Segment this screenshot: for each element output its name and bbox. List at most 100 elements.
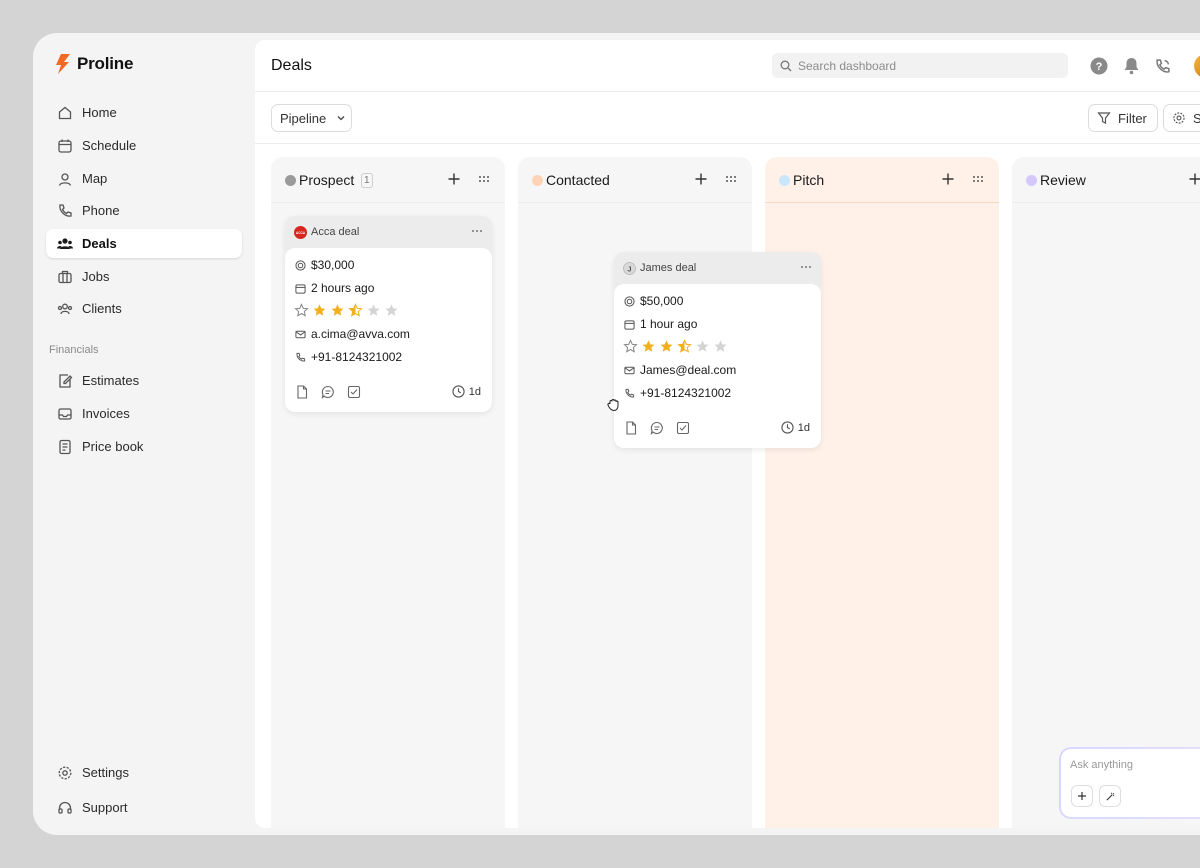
- sidebar-item-label: Estimates: [82, 373, 140, 388]
- status-dot: [532, 175, 543, 186]
- plus-icon[interactable]: [446, 171, 462, 187]
- star-outline-icon: [623, 339, 638, 353]
- sidebar-item-price-book[interactable]: Price book: [46, 432, 242, 461]
- deal-card-actions: [295, 385, 361, 400]
- gear-icon: [58, 766, 72, 779]
- deal-card[interactable]: ACCA Acca deal $30,000 2 hours ago a.cim…: [285, 216, 492, 412]
- sidebar-item-label: Jobs: [82, 269, 110, 284]
- search-input[interactable]: [798, 58, 1048, 73]
- checkbox-icon[interactable]: [347, 385, 361, 399]
- sidebar-item-label: Schedule: [82, 138, 137, 153]
- deal-amount: $30,000: [311, 258, 355, 272]
- user-avatar[interactable]: [1194, 54, 1200, 78]
- sidebar-item-schedule[interactable]: Schedule: [46, 131, 242, 160]
- plus-icon[interactable]: [940, 171, 956, 187]
- calendar-icon: [295, 283, 306, 294]
- star-rating[interactable]: [623, 339, 728, 354]
- checkbox-icon[interactable]: [676, 421, 690, 435]
- sidebar-item-invoices[interactable]: Invoices: [46, 399, 242, 428]
- magic-wand-button[interactable]: [1099, 785, 1121, 807]
- deal-phone[interactable]: +91-8124321002: [640, 386, 731, 400]
- sidebar-item-label: Invoices: [82, 406, 130, 421]
- document-icon[interactable]: [295, 385, 309, 399]
- receipt-icon: [59, 439, 71, 454]
- add-attachment-button[interactable]: [1071, 785, 1093, 807]
- deal-email-row: a.cima@avva.com: [295, 327, 410, 341]
- headset-icon: [58, 801, 72, 814]
- assistant-input[interactable]: [1070, 759, 1200, 771]
- settings-button[interactable]: S: [1163, 104, 1200, 132]
- comment-icon[interactable]: [321, 385, 335, 400]
- toolbar: Pipeline Filter S: [255, 92, 1200, 144]
- grid-dots-icon[interactable]: [723, 171, 739, 187]
- sidebar-item-label: Price book: [82, 439, 144, 454]
- users-icon: [57, 237, 73, 249]
- sidebar-item-label: Phone: [82, 203, 120, 218]
- deal-email[interactable]: a.cima@avva.com: [311, 327, 410, 341]
- comment-icon[interactable]: [650, 421, 664, 436]
- sidebar: Proline Home Schedule Map Phone Deals Jo…: [33, 33, 255, 835]
- deal-age: 1d: [781, 421, 810, 434]
- gear-icon: [1173, 112, 1185, 124]
- deal-card-body: $30,000 2 hours ago a.cima@avva.com +91-…: [285, 248, 492, 412]
- star-rating[interactable]: [294, 303, 399, 318]
- pipeline-select-value: Pipeline: [280, 110, 327, 126]
- top-bar: Deals ?: [255, 40, 1200, 92]
- brand-name: Proline: [77, 54, 134, 73]
- star-filled-icon: [660, 340, 673, 352]
- main-panel: Deals ? Pipeline Filter: [255, 40, 1200, 828]
- phone-call-icon[interactable]: [1152, 56, 1172, 76]
- sidebar-item-jobs[interactable]: Jobs: [46, 262, 242, 291]
- deal-card-actions: [624, 421, 690, 436]
- sidebar-item-support[interactable]: Support: [46, 793, 242, 822]
- sidebar-item-settings[interactable]: Settings: [46, 758, 242, 787]
- column-review: Review: [1012, 157, 1200, 828]
- bell-icon[interactable]: [1121, 56, 1141, 76]
- filter-button[interactable]: Filter: [1088, 104, 1158, 132]
- sidebar-item-home[interactable]: Home: [46, 98, 242, 127]
- mail-icon: [624, 366, 635, 374]
- deal-email[interactable]: James@deal.com: [640, 363, 736, 377]
- plus-icon[interactable]: [1187, 171, 1200, 187]
- app-window: Proline Home Schedule Map Phone Deals Jo…: [33, 33, 1200, 835]
- grid-dots-icon[interactable]: [476, 171, 492, 187]
- page-title: Deals: [271, 57, 312, 74]
- sidebar-item-label: Map: [82, 171, 108, 186]
- phone-icon: [625, 388, 635, 397]
- more-horizontal-icon[interactable]: [470, 224, 484, 238]
- pipeline-select[interactable]: Pipeline: [271, 104, 352, 132]
- sidebar-item-deals[interactable]: Deals: [46, 229, 242, 258]
- deal-card-dragging[interactable]: J James deal $50,000 1 hour ago James@de…: [614, 252, 821, 448]
- brand[interactable]: Proline: [55, 54, 133, 74]
- status-dot: [285, 175, 296, 186]
- deal-age: 1d: [452, 385, 481, 398]
- settings-label: S: [1193, 110, 1200, 126]
- plus-icon: [1078, 792, 1086, 800]
- sidebar-item-phone[interactable]: Phone: [46, 196, 242, 225]
- star-empty-icon: [367, 304, 380, 316]
- search-box[interactable]: [772, 53, 1068, 78]
- sidebar-item-estimates[interactable]: Estimates: [46, 366, 242, 395]
- svg-text:ACCA: ACCA: [296, 231, 306, 235]
- column-header: Contacted: [518, 157, 752, 203]
- deal-name: Acca deal: [311, 226, 360, 238]
- more-horizontal-icon[interactable]: [799, 260, 813, 274]
- inbox-icon: [58, 407, 72, 420]
- column-header: Review: [1012, 157, 1200, 203]
- help-icon[interactable]: ?: [1089, 56, 1109, 76]
- document-icon[interactable]: [624, 421, 638, 435]
- deal-phone[interactable]: +91-8124321002: [311, 350, 402, 364]
- calendar-icon: [58, 139, 72, 153]
- coins-icon: [624, 295, 635, 307]
- grid-dots-icon[interactable]: [970, 171, 986, 187]
- plus-icon[interactable]: [693, 171, 709, 187]
- clock-icon: [781, 421, 794, 434]
- deal-phone-row: +91-8124321002: [295, 350, 402, 364]
- map-pin-icon: [58, 172, 72, 186]
- sidebar-item-clients[interactable]: Clients: [46, 294, 242, 323]
- deal-email-row: James@deal.com: [624, 363, 736, 377]
- coins-icon: [295, 259, 306, 271]
- briefcase-icon: [58, 270, 72, 283]
- column-header: Prospect 1: [271, 157, 505, 203]
- sidebar-item-map[interactable]: Map: [46, 164, 242, 193]
